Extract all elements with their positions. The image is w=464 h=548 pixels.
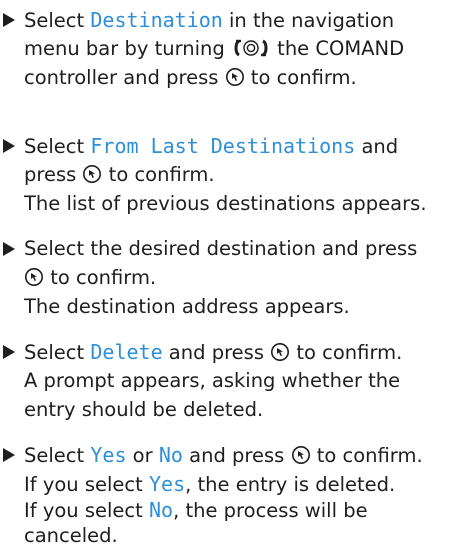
step-text: controller and press [24, 66, 225, 89]
step-text: Select [24, 444, 91, 467]
step-text: and press [182, 444, 291, 467]
menu-option-label: Delete [90, 340, 163, 364]
step-text: If you select [24, 473, 149, 496]
menu-option-label: From Last Destinations [90, 134, 356, 158]
bullet-triangle-icon [3, 139, 15, 153]
bullet-triangle-icon [3, 345, 15, 359]
step-text: to confirm. [310, 444, 423, 467]
step-text: A prompt appears, asking whether the [24, 369, 401, 392]
rotate-controller-icon [231, 38, 271, 58]
step-line: The list of previous destinations appear… [24, 192, 427, 216]
step-text: Select [24, 341, 91, 364]
step-text: entry should be deleted. [24, 398, 264, 421]
step-text: , the entry is deleted. [185, 473, 396, 496]
step-line: to confirm. [24, 266, 156, 290]
instruction-page: Select Destination in the navigation menu… [0, 0, 464, 547]
bullet-triangle-icon [3, 242, 15, 256]
step-line: canceled. [24, 524, 118, 548]
step-line: Select the desired destination and press [24, 237, 417, 261]
menu-option-label: No [158, 443, 183, 467]
step-text: to confirm. [102, 163, 215, 186]
step-text: press [24, 163, 83, 186]
step-line: If you select Yes, the entry is deleted. [24, 472, 395, 497]
step-text: The destination address appears. [24, 295, 350, 318]
step-text: menu bar by turning [24, 37, 231, 60]
step-text: The list of previous destinations appear… [24, 192, 427, 215]
press-controller-icon [82, 164, 102, 184]
bullet-triangle-icon [3, 13, 15, 27]
step-text: Select [24, 9, 91, 32]
step-line: menu bar by turning the COMAND [24, 37, 404, 61]
step-text: Select the desired destination and press [24, 237, 418, 260]
instruction-step: Select the desired destination and press… [0, 237, 464, 337]
menu-option-label: No [148, 498, 174, 522]
instruction-step: Select Delete and press to confirm. A pro… [0, 340, 464, 440]
step-line: entry should be deleted. [24, 398, 263, 422]
press-controller-icon [270, 342, 290, 362]
instruction-step: Select From Last Destinations and press t… [0, 134, 464, 234]
step-text: to confirm. [290, 341, 403, 364]
step-text: in the navigation [222, 9, 395, 32]
instruction-step: Select Yes or No and press to confirm. If… [0, 443, 464, 547]
press-controller-icon [291, 445, 311, 465]
bullet-triangle-icon [3, 448, 15, 462]
step-line: A prompt appears, asking whether the [24, 369, 400, 393]
step-text: , the process will be [173, 499, 368, 522]
menu-option-label: Yes [148, 472, 186, 496]
instruction-step: Select Destination in the navigation menu… [0, 8, 464, 108]
step-line: Select Yes or No and press to confirm. [24, 443, 423, 468]
step-text: and press [162, 341, 271, 364]
menu-option-label: Destination [90, 8, 223, 32]
menu-option-label: Yes [90, 443, 127, 467]
step-text: or [126, 444, 159, 467]
press-controller-icon [24, 267, 44, 287]
step-text: the COMAND [270, 37, 405, 60]
step-line: press to confirm. [24, 163, 215, 187]
step-line: Select Delete and press to confirm. [24, 340, 402, 365]
step-text: and [355, 135, 399, 158]
step-line: controller and press to confirm. [24, 66, 357, 90]
step-line: The destination address appears. [24, 295, 350, 319]
step-text: to confirm. [44, 266, 157, 289]
step-text: to confirm. [244, 66, 357, 89]
step-text: Select [24, 135, 91, 158]
step-text: canceled. [24, 524, 118, 547]
step-line: Select Destination in the navigation [24, 8, 394, 33]
step-line: If you select No, the process will be [24, 498, 368, 523]
press-controller-icon [225, 67, 245, 87]
step-text: If you select [24, 499, 149, 522]
step-line: Select From Last Destinations and [24, 134, 398, 159]
